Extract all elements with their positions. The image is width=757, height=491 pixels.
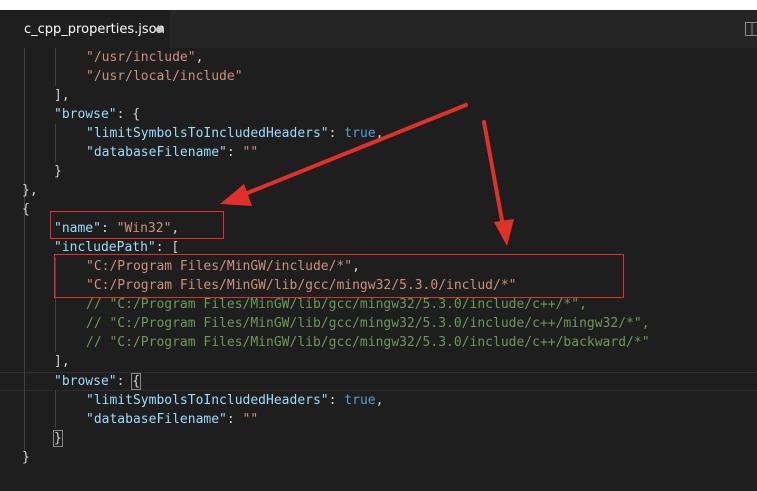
code-line: ], xyxy=(54,88,70,103)
key-token: "browse" xyxy=(54,374,117,389)
string-token: "" xyxy=(242,412,259,427)
punct-token: : [ xyxy=(155,240,180,255)
split-editor-icon[interactable] xyxy=(745,22,757,36)
punct-token: : xyxy=(226,412,243,427)
key-token: "limitSymbolsToIncludedHeaders" xyxy=(86,393,329,408)
punct-token: : { xyxy=(116,107,141,122)
punct-token: , xyxy=(375,126,384,141)
string-token: "/usr/include" xyxy=(86,50,196,65)
code-line: { xyxy=(22,202,30,217)
code-line: "/usr/include", xyxy=(86,50,204,65)
code-line: "databaseFilename": "" xyxy=(86,143,258,162)
window-top-strip xyxy=(0,0,757,10)
code-line: "limitSymbolsToIncludedHeaders": true, xyxy=(86,391,383,410)
code-line: } xyxy=(54,164,62,179)
punct-token: : xyxy=(328,126,345,141)
code-line: "browse": { xyxy=(54,105,140,124)
code-line: } xyxy=(22,450,30,465)
indent-guide xyxy=(55,390,56,428)
comment-line: // "C:/Program Files/MinGW/lib/gcc/mingw… xyxy=(86,335,650,350)
punct-token: : xyxy=(226,145,243,160)
editor-tab-bar: c_cpp_properties.json xyxy=(0,10,757,48)
key-token: "includePath" xyxy=(54,240,156,255)
annotation-box-includepath xyxy=(54,254,624,298)
code-line: }, xyxy=(22,183,38,198)
punct-token: , xyxy=(375,393,384,408)
string-token: "/usr/local/include" xyxy=(86,69,243,84)
bool-token: true xyxy=(344,126,376,141)
code-line: } xyxy=(53,429,63,448)
code-line: "limitSymbolsToIncludedHeaders": true, xyxy=(86,124,383,143)
code-line: "browse": { xyxy=(54,372,142,391)
punct-token: : xyxy=(116,374,133,389)
key-token: "browse" xyxy=(54,107,117,122)
punct-token: : xyxy=(328,393,345,408)
matching-bracket: } xyxy=(53,430,63,447)
indent-guide xyxy=(55,48,56,86)
code-line: ], xyxy=(54,354,70,369)
code-line: "/usr/local/include" xyxy=(86,67,243,86)
matching-bracket: { xyxy=(131,373,142,390)
code-line: "databaseFilename": "" xyxy=(86,410,258,429)
key-token: "databaseFilename" xyxy=(86,145,227,160)
tab-filename: c_cpp_properties.json xyxy=(24,21,165,37)
comment-line: // "C:/Program Files/MinGW/lib/gcc/mingw… xyxy=(86,316,650,331)
indent-guide xyxy=(24,48,25,451)
unsaved-dot-icon[interactable] xyxy=(156,26,163,33)
key-token: "databaseFilename" xyxy=(86,412,227,427)
key-token: "limitSymbolsToIncludedHeaders" xyxy=(86,126,329,141)
bool-token: true xyxy=(344,393,376,408)
annotation-box-name xyxy=(50,211,224,239)
string-token: "" xyxy=(242,145,259,160)
tab-c-cpp-properties[interactable]: c_cpp_properties.json xyxy=(0,10,170,48)
indent-guide xyxy=(55,124,56,162)
